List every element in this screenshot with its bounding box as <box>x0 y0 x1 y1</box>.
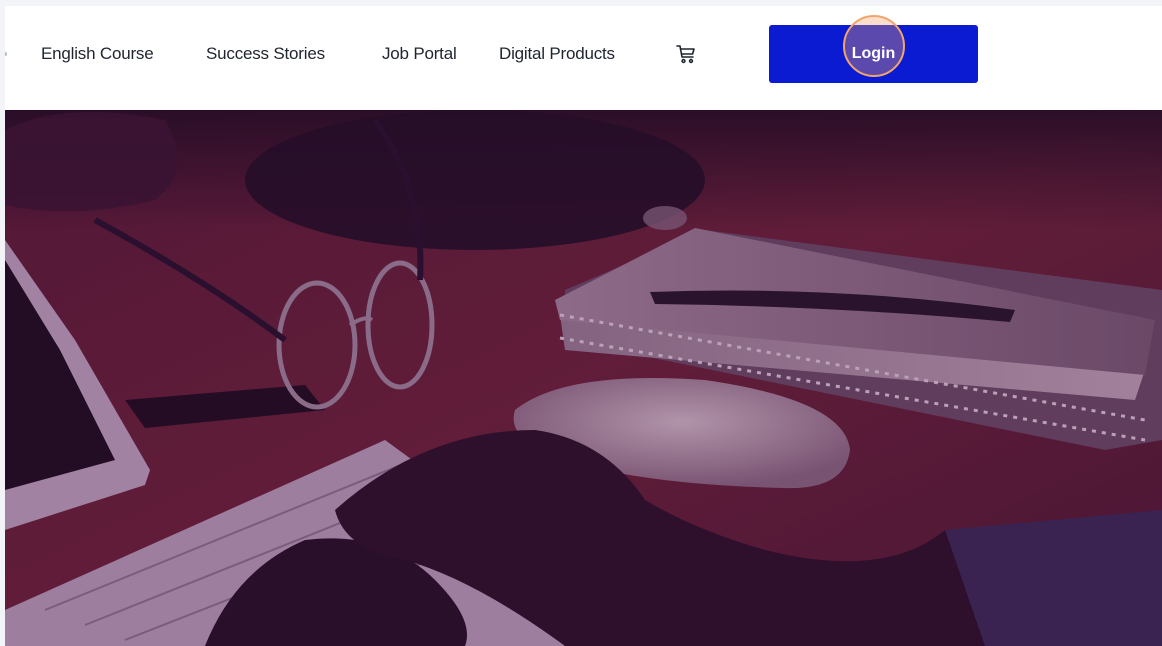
login-button-label: Login <box>851 45 896 62</box>
nav-link-english-course[interactable]: English Course <box>41 43 154 65</box>
login-button[interactable]: Login <box>769 15 978 83</box>
nav-link-job-portal[interactable]: Job Portal <box>382 43 457 65</box>
top-navbar: English Course Success Stories Job Porta… <box>5 6 1162 110</box>
shopping-cart-icon[interactable] <box>675 43 697 65</box>
nav-separator-dot <box>5 52 7 56</box>
page: English Course Success Stories Job Porta… <box>5 6 1162 646</box>
hero-image <box>5 110 1162 646</box>
nav-link-success-stories[interactable]: Success Stories <box>206 43 325 65</box>
nav-link-digital-products[interactable]: Digital Products <box>499 43 615 65</box>
